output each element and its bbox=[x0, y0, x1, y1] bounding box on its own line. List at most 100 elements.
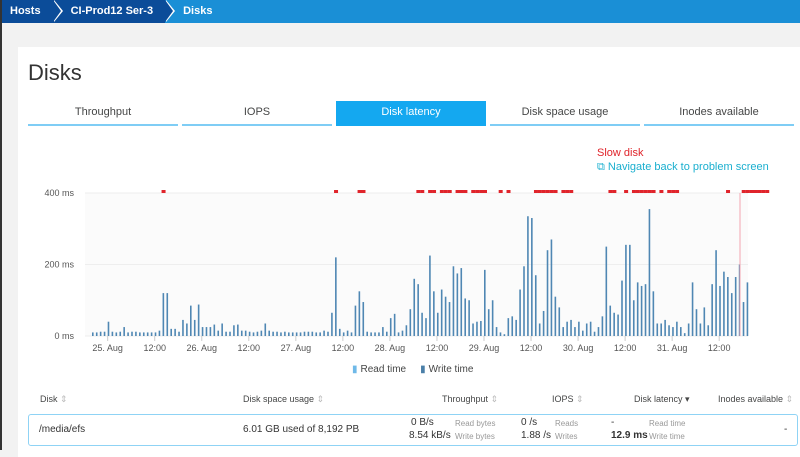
slow-disk-marker bbox=[443, 190, 448, 193]
bar bbox=[652, 291, 655, 336]
slow-disk-marker bbox=[439, 190, 444, 193]
bar bbox=[217, 330, 220, 336]
bar bbox=[527, 216, 529, 336]
bar bbox=[99, 331, 102, 336]
bar bbox=[303, 331, 306, 336]
bar bbox=[695, 309, 698, 336]
bar bbox=[593, 331, 596, 336]
col-inodes[interactable]: Inodes available ⇕ bbox=[718, 394, 793, 405]
bar bbox=[213, 324, 216, 336]
bar bbox=[554, 296, 557, 336]
bar bbox=[456, 273, 459, 336]
slow-disk-marker bbox=[624, 190, 629, 193]
bar bbox=[299, 332, 302, 336]
col-iops[interactable]: IOPS ⇕ bbox=[552, 394, 584, 405]
slow-disk-marker bbox=[753, 190, 758, 193]
x-tick-label: 27. Aug bbox=[281, 343, 312, 353]
slow-disk-marker bbox=[549, 190, 554, 193]
disk-space-value: 6.01 GB used of 8,192 PB bbox=[243, 424, 360, 435]
throughput-read: 0 B/s bbox=[411, 417, 434, 428]
bar bbox=[664, 319, 666, 336]
bar bbox=[656, 323, 659, 336]
slow-disk-marker bbox=[420, 190, 425, 193]
slow-disk-marker bbox=[506, 190, 511, 193]
bar bbox=[429, 255, 431, 336]
bar bbox=[237, 324, 239, 336]
bar bbox=[417, 284, 419, 336]
bar bbox=[625, 244, 627, 336]
col-throughput[interactable]: Throughput ⇕ bbox=[442, 394, 498, 405]
bar bbox=[495, 327, 498, 336]
slow-disk-marker bbox=[745, 190, 750, 193]
slow-disk-marker bbox=[161, 190, 166, 193]
bar bbox=[131, 331, 133, 336]
bar bbox=[288, 332, 290, 336]
bar bbox=[546, 250, 549, 336]
bar bbox=[256, 331, 259, 336]
latency-write: 12.9 ms bbox=[611, 430, 648, 441]
bar bbox=[487, 309, 490, 336]
slow-disk-marker bbox=[765, 190, 770, 193]
slow-disk-marker bbox=[553, 190, 558, 193]
bar bbox=[335, 257, 337, 336]
bar bbox=[668, 325, 670, 336]
bar bbox=[123, 327, 125, 336]
header-label: Throughput bbox=[442, 394, 489, 404]
bar bbox=[268, 330, 270, 336]
slow-disk-marker bbox=[675, 190, 680, 193]
bar bbox=[323, 330, 325, 336]
legend-label: Read time bbox=[360, 364, 407, 375]
slow-disk-marker bbox=[561, 190, 566, 193]
bar bbox=[315, 332, 318, 336]
bar bbox=[358, 291, 361, 336]
slow-disk-marker bbox=[463, 190, 468, 193]
bar bbox=[146, 332, 149, 336]
bar bbox=[338, 328, 341, 336]
bar bbox=[331, 312, 333, 336]
bar bbox=[366, 331, 368, 336]
latency-write-label: Write time bbox=[649, 432, 685, 441]
legend-label: Write time bbox=[428, 364, 474, 375]
bar bbox=[193, 319, 196, 336]
slow-disk-marker bbox=[631, 190, 636, 193]
bar bbox=[566, 321, 568, 336]
bar bbox=[503, 334, 506, 336]
header-label: Inodes available bbox=[718, 394, 784, 404]
iops-read-label: Reads bbox=[555, 419, 579, 428]
bar bbox=[703, 307, 706, 336]
sort-icon: ⇕ bbox=[785, 394, 794, 404]
bar bbox=[291, 332, 294, 336]
col-disk[interactable]: Disk ⇕ bbox=[40, 394, 68, 405]
bar bbox=[609, 305, 612, 336]
bar bbox=[311, 331, 314, 336]
bar bbox=[162, 293, 165, 336]
bar bbox=[174, 328, 176, 336]
slow-disk-marker bbox=[761, 190, 766, 193]
slow-disk-marker bbox=[471, 190, 476, 193]
bar bbox=[448, 302, 451, 336]
bar bbox=[660, 323, 662, 336]
bar bbox=[499, 332, 502, 336]
slow-disk-marker bbox=[635, 190, 640, 193]
slow-disk-marker bbox=[639, 190, 644, 193]
throughput-write-label: Write bytes bbox=[455, 432, 495, 441]
bar bbox=[190, 305, 192, 336]
bar bbox=[597, 327, 600, 336]
table-row[interactable]: /media/efs 6.01 GB used of 8,192 PB 0 B/… bbox=[28, 414, 798, 446]
bar bbox=[362, 302, 365, 336]
legend-read-time[interactable]: ▮ Read time bbox=[352, 364, 406, 375]
latency-read: - bbox=[611, 417, 615, 428]
legend-write-time[interactable]: ▮ Write time bbox=[420, 364, 473, 375]
sort-icon: ⇕ bbox=[316, 394, 325, 404]
bar bbox=[691, 282, 694, 336]
iops-read: 0 /s bbox=[521, 417, 538, 428]
slow-disk-marker bbox=[608, 190, 613, 193]
col-disk-space[interactable]: Disk space usage ⇕ bbox=[243, 394, 324, 405]
bar bbox=[354, 305, 357, 336]
bar bbox=[601, 316, 604, 336]
inodes-value: - bbox=[784, 424, 788, 435]
bar bbox=[142, 332, 145, 336]
col-disk-latency[interactable]: Disk latency ▾ bbox=[634, 394, 690, 405]
bar bbox=[401, 330, 404, 336]
bar bbox=[150, 332, 153, 336]
